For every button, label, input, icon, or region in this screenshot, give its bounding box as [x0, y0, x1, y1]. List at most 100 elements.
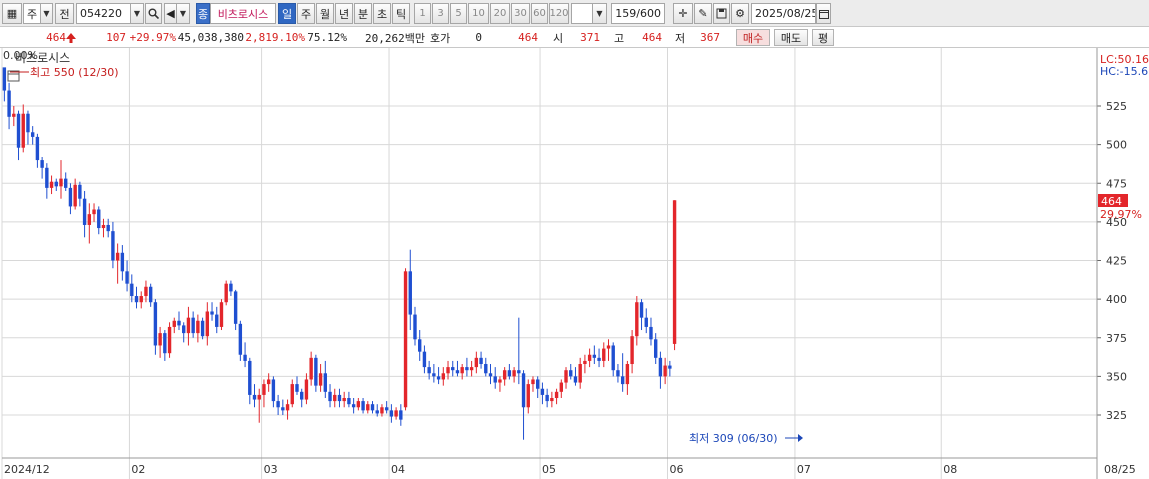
- candle-body: [78, 184, 82, 199]
- candle-body: [583, 360, 587, 365]
- candle-body: [578, 364, 582, 383]
- candle-body: [7, 90, 11, 117]
- candle-body: [502, 370, 507, 380]
- candle-body: [238, 323, 243, 355]
- interval-30-button[interactable]: 30: [511, 3, 530, 24]
- price-change: 107: [106, 31, 126, 44]
- interval-3-button[interactable]: 3: [432, 3, 449, 24]
- candle-body: [356, 401, 361, 408]
- stock-code-input[interactable]: 054220: [76, 3, 131, 24]
- candle-body: [16, 113, 21, 148]
- candle-body: [295, 384, 299, 392]
- high-label: 고: [614, 31, 625, 45]
- period-month-button[interactable]: 월: [316, 3, 334, 24]
- prev-button[interactable]: 전: [55, 3, 74, 24]
- y-tick-label: 350: [1106, 370, 1127, 383]
- buy-button[interactable]: 매수: [736, 29, 770, 46]
- candle-body: [300, 391, 304, 400]
- candle-body: [68, 187, 73, 207]
- candle-body: [569, 370, 573, 377]
- y-tick-label: 425: [1106, 255, 1127, 268]
- candle-body: [101, 224, 106, 229]
- candle-body: [120, 252, 125, 272]
- market-dropdown-icon[interactable]: ▼: [41, 3, 53, 24]
- candle-body: [625, 364, 630, 385]
- period-minute-button[interactable]: 분: [354, 3, 372, 24]
- interval-dropdown-icon[interactable]: ▼: [593, 3, 607, 24]
- candle-body: [215, 314, 219, 327]
- candle-body: [125, 271, 129, 284]
- candle-body: [370, 404, 375, 411]
- x-tick-label: 04: [391, 463, 405, 476]
- candle-body: [408, 271, 412, 315]
- candle-body: [144, 286, 148, 297]
- candle-body: [427, 367, 431, 374]
- candle-body: [384, 407, 389, 411]
- candle-body: [219, 302, 224, 327]
- nav-dropdown-icon[interactable]: ▼: [177, 3, 190, 24]
- candle-body: [498, 379, 502, 383]
- bid-price: 464: [518, 31, 538, 44]
- candlestick-chart[interactable]: 325350375400425450475500525 2024/12 02 03 0…: [0, 48, 1149, 479]
- count-input[interactable]: 159/600: [611, 3, 665, 24]
- candle-body: [465, 367, 469, 371]
- candle-body: [413, 314, 417, 340]
- draw-tool-icon[interactable]: ✎: [694, 3, 712, 24]
- candle-body: [597, 357, 601, 361]
- candle-body: [172, 320, 176, 327]
- period-day-button[interactable]: 일: [278, 3, 296, 24]
- trading-amount: 20,262백만: [365, 31, 425, 45]
- bid-value: 0: [475, 31, 482, 44]
- candle-body: [441, 373, 446, 380]
- calendar-icon[interactable]: [816, 3, 831, 24]
- date-input[interactable]: 2025/08/25: [751, 3, 816, 24]
- code-dropdown-icon[interactable]: ▼: [131, 3, 144, 24]
- x-tick-label: 03: [264, 463, 278, 476]
- candle-body: [290, 384, 294, 405]
- chart-type-icon[interactable]: ▦: [2, 3, 22, 24]
- interval-5-button[interactable]: 5: [450, 3, 467, 24]
- interval-10-button[interactable]: 10: [468, 3, 489, 24]
- interval-120-button[interactable]: 120: [549, 3, 569, 24]
- candle-body: [158, 333, 162, 346]
- period-tick-button[interactable]: 틱: [392, 3, 410, 24]
- search-icon[interactable]: [145, 3, 162, 24]
- candle-body: [526, 384, 530, 408]
- candle-body: [26, 113, 30, 133]
- candle-body: [587, 354, 592, 361]
- volume: 45,038,380: [177, 31, 244, 44]
- speaker-icon[interactable]: ◀: [164, 3, 177, 24]
- candle-body: [460, 367, 464, 374]
- candle-body: [276, 401, 280, 408]
- candle-body: [314, 357, 318, 386]
- interval-20-button[interactable]: 20: [490, 3, 510, 24]
- price-chart[interactable]: 325 350 375 400 425 450 475 500 525 2024/12 02 03 0…: [0, 48, 1149, 479]
- period-year-button[interactable]: 년: [335, 3, 353, 24]
- y-tick-label: 525: [1106, 100, 1127, 113]
- candle-body: [663, 365, 667, 377]
- save-icon[interactable]: [713, 3, 730, 24]
- market-select[interactable]: 주: [23, 3, 41, 24]
- sell-button[interactable]: 매도: [774, 29, 808, 46]
- candle-body: [337, 394, 342, 402]
- candle-body: [564, 370, 568, 383]
- eval-button[interactable]: 평: [812, 29, 834, 46]
- custom-interval-input[interactable]: [571, 3, 593, 24]
- up-arrow-icon: [65, 29, 77, 46]
- interval-1-button[interactable]: 1: [414, 3, 431, 24]
- crosshair-icon[interactable]: ✛: [673, 3, 693, 24]
- settings-icon[interactable]: ⚙: [731, 3, 749, 24]
- period-second-button[interactable]: 초: [373, 3, 391, 24]
- low-annotation: 최저 309 (06/30): [689, 432, 778, 445]
- candle-body: [243, 354, 247, 361]
- candle-body: [205, 311, 210, 337]
- period-week-button[interactable]: 주: [297, 3, 315, 24]
- candle-body: [148, 286, 153, 303]
- candle-body: [167, 326, 172, 354]
- candle-body: [252, 394, 257, 400]
- candle-body: [507, 370, 512, 377]
- quote-bar: 464 107 +29.97% 45,038,380 2,819.10% 75.…: [0, 27, 1149, 48]
- interval-60-button[interactable]: 60: [531, 3, 548, 24]
- change-percent: +29.97%: [129, 31, 176, 44]
- candle-body: [493, 376, 497, 383]
